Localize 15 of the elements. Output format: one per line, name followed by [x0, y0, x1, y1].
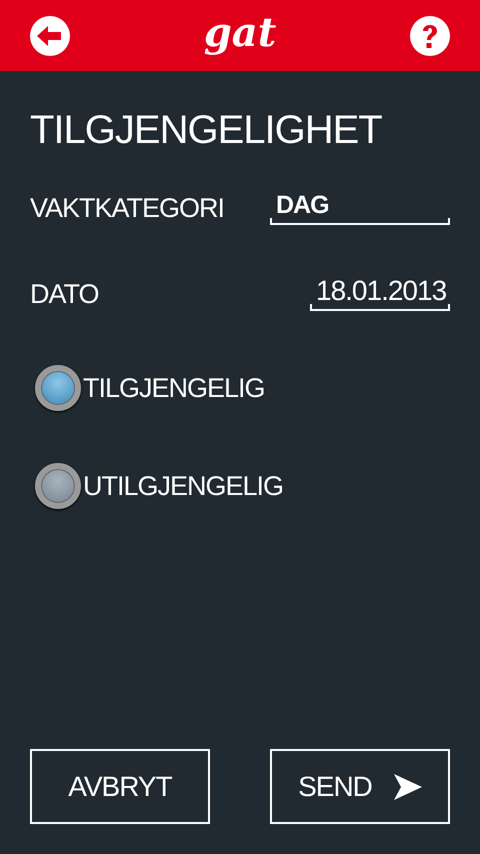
- app-logo: gat: [204, 12, 276, 52]
- radio-label: TILGJENGELIG: [83, 372, 265, 405]
- field-label: DATO: [30, 278, 99, 311]
- send-button[interactable]: SEND: [270, 749, 450, 824]
- arrow-left-icon: [37, 26, 63, 46]
- help-button[interactable]: [410, 16, 450, 56]
- send-icon: [394, 774, 422, 800]
- radio-button[interactable]: [35, 463, 81, 509]
- field-label: VAKTKATEGORI: [30, 192, 224, 225]
- radio-button[interactable]: [35, 365, 81, 411]
- cancel-button[interactable]: AVBRYT: [30, 749, 210, 824]
- radio-label: UTILGJENGELIG: [83, 470, 284, 503]
- back-button[interactable]: [30, 16, 70, 56]
- question-mark-icon: [421, 22, 439, 48]
- page-title: TILGJENGELIGHET: [30, 107, 383, 153]
